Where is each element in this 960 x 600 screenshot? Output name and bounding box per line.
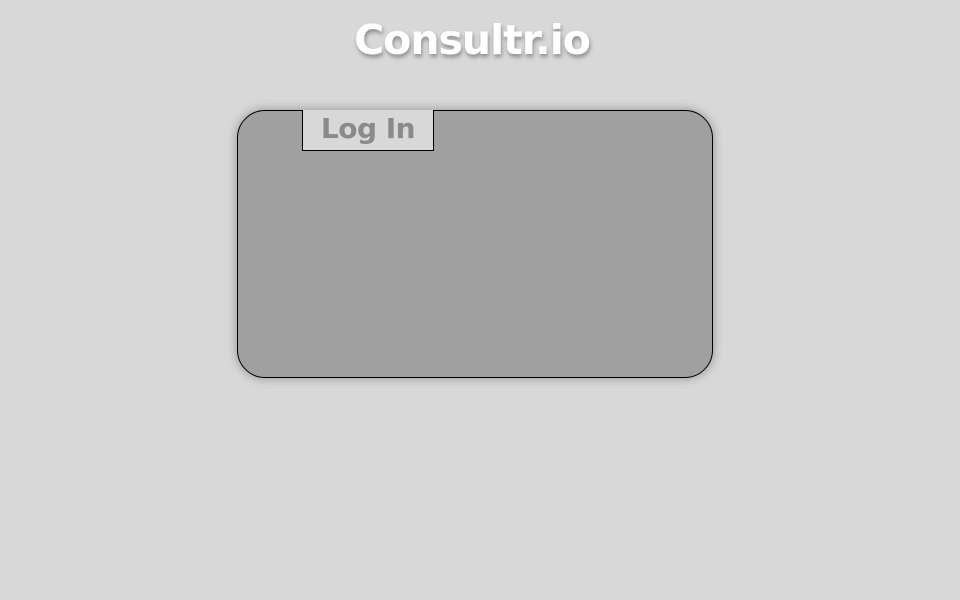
brand-logo-text: Consultr.io [354,16,591,64]
page: Consultr.io Log In [0,0,960,600]
login-tab[interactable]: Log In [302,110,434,151]
login-tab-label: Log In [320,112,416,145]
login-panel: Log In [237,110,713,378]
